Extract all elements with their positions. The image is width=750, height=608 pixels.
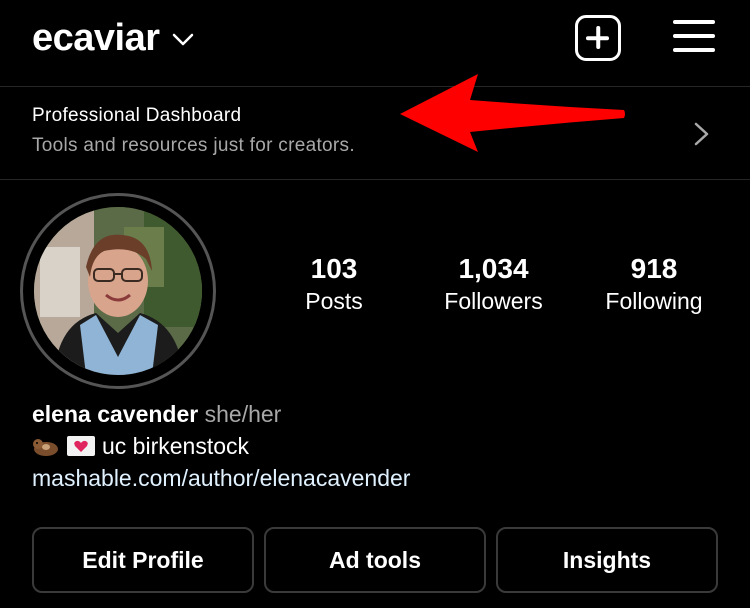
following-stat[interactable]: 918 Following — [594, 250, 714, 314]
bio-text: uc birkenstock — [102, 433, 250, 459]
professional-dashboard-row[interactable]: Professional Dashboard Tools and resourc… — [0, 86, 750, 180]
profile-bio: elena cavender she/her uc birkenstock ma… — [32, 398, 410, 494]
chevron-right-icon — [694, 122, 709, 146]
insights-button[interactable]: Insights — [496, 527, 718, 593]
display-name: elena cavender — [32, 401, 199, 427]
heart-letter-emoji — [67, 436, 95, 456]
chevron-down-icon — [172, 33, 193, 46]
pronouns: she/her — [204, 401, 282, 427]
dashboard-subtitle: Tools and resources just for creators. — [32, 135, 355, 156]
followers-label: Followers — [444, 288, 543, 314]
red-arrow-annotation — [400, 74, 625, 152]
following-label: Following — [605, 288, 703, 314]
posts-stat[interactable]: 103 Posts — [283, 250, 385, 314]
following-count: 918 — [630, 253, 678, 284]
ad-tools-button[interactable]: Ad tools — [264, 527, 486, 593]
edit-profile-button[interactable]: Edit Profile — [32, 527, 254, 593]
bio-text-line: uc birkenstock — [32, 430, 410, 462]
bio-name-line: elena cavender she/her — [32, 398, 410, 430]
profile-header: ecaviar — [0, 0, 750, 78]
otter-emoji — [33, 439, 58, 456]
posts-count: 103 — [310, 253, 358, 284]
bio-link[interactable]: mashable.com/author/elenacavender — [32, 462, 410, 494]
hamburger-menu-icon[interactable] — [673, 18, 715, 54]
posts-label: Posts — [305, 288, 363, 314]
account-switcher[interactable]: ecaviar — [32, 14, 194, 62]
followers-stat[interactable]: 1,034 Followers — [428, 250, 559, 314]
avatar-photo — [34, 207, 202, 375]
profile-avatar[interactable] — [20, 193, 216, 389]
dashboard-title: Professional Dashboard — [32, 105, 242, 126]
plus-square-icon[interactable] — [575, 15, 621, 61]
username: ecaviar — [32, 17, 160, 59]
followers-count: 1,034 — [458, 253, 529, 284]
